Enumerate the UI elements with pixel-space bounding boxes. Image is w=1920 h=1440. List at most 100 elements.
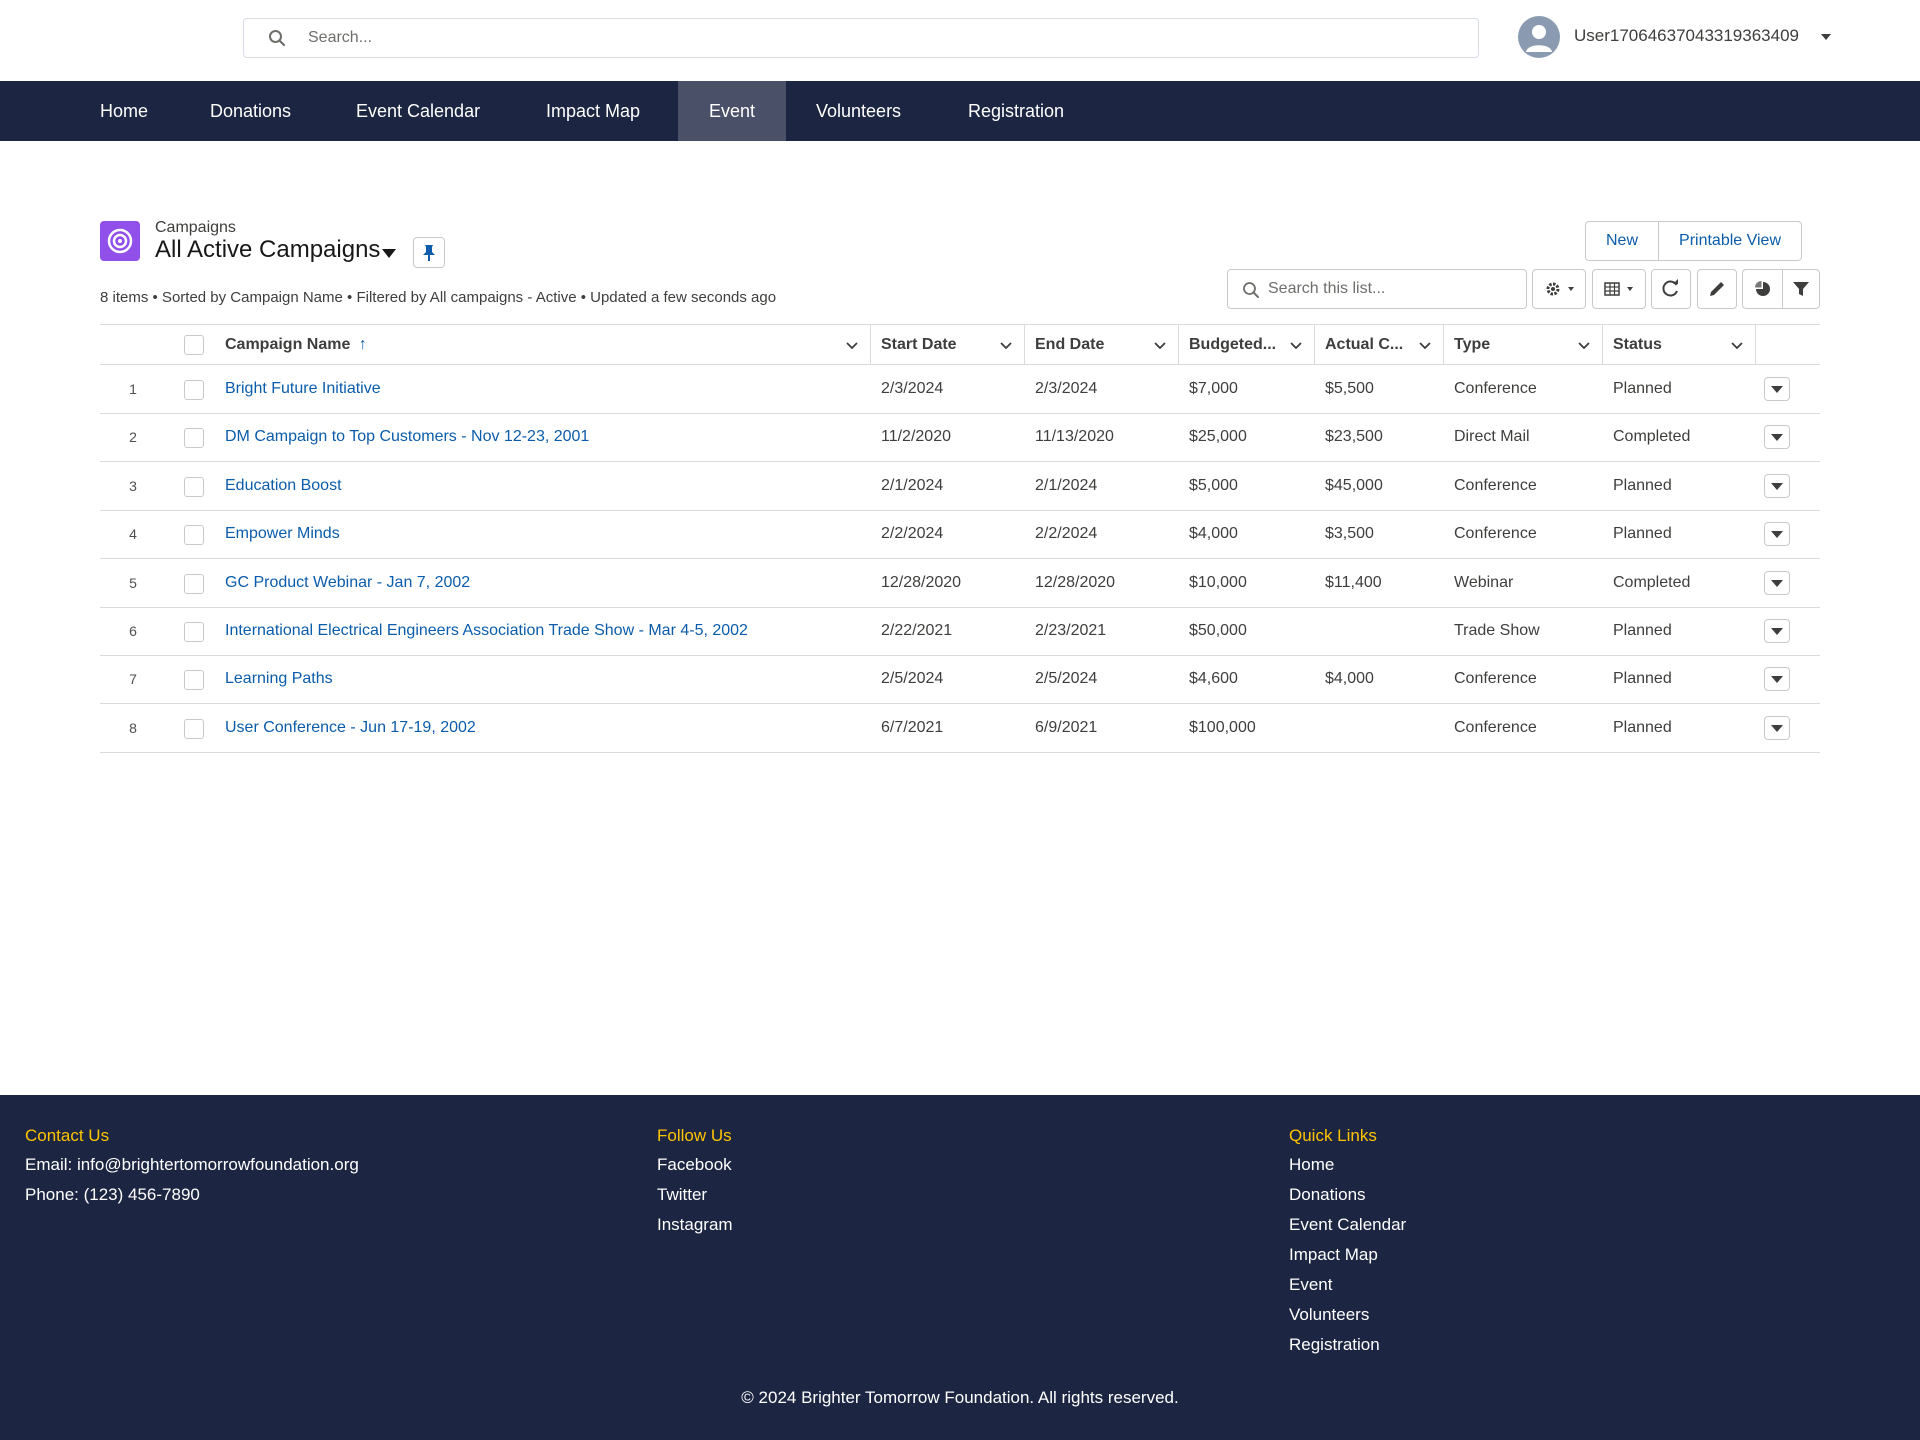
nav-item-event[interactable]: Event <box>678 81 786 141</box>
campaign-name-link[interactable]: Empower Minds <box>225 510 340 558</box>
row-actions-button[interactable] <box>1764 522 1790 547</box>
pin-button[interactable] <box>413 237 445 268</box>
new-button[interactable]: New <box>1586 222 1658 260</box>
nav-item-donations[interactable]: Donations <box>210 81 291 141</box>
budgeted-cost-cell: $50,000 <box>1189 622 1247 639</box>
actual-cost-cell: $4,000 <box>1325 670 1374 688</box>
row-checkbox[interactable] <box>184 573 204 594</box>
refresh-button[interactable] <box>1651 269 1691 309</box>
campaign-name-link[interactable]: Education Boost <box>225 462 342 510</box>
table-row: 7 Learning Paths 2/5/2024 2/5/2024 $4,600 $4,… <box>100 655 1820 705</box>
row-actions-button[interactable] <box>1764 715 1790 740</box>
row-number: 1 <box>129 381 137 397</box>
footer-link-event[interactable]: Event <box>1289 1275 1332 1295</box>
caret-down-icon[interactable] <box>380 246 398 260</box>
budgeted-cost-cell: $5,000 <box>1189 476 1238 494</box>
footer-link-event-calendar[interactable]: Event Calendar <box>1289 1215 1406 1235</box>
type-cell: Conference <box>1454 525 1537 543</box>
row-checkbox[interactable] <box>184 622 204 642</box>
column-header-end-date[interactable]: End Date <box>1035 325 1104 365</box>
end-date-cell: 2/1/2024 <box>1035 476 1098 494</box>
row-checkbox[interactable] <box>184 670 204 691</box>
footer-link-volunteers[interactable]: Volunteers <box>1289 1305 1369 1325</box>
nav-item-volunteers[interactable]: Volunteers <box>816 81 901 141</box>
row-actions-button[interactable] <box>1764 377 1790 401</box>
pie-chart-icon[interactable] <box>1743 270 1783 308</box>
footer-link-twitter[interactable]: Twitter <box>657 1185 707 1205</box>
chevron-down-icon[interactable] <box>1153 338 1167 352</box>
campaign-name-link[interactable]: Learning Paths <box>225 655 333 703</box>
caret-down-icon[interactable] <box>1818 29 1834 45</box>
footer-link-impact-map[interactable]: Impact Map <box>1289 1245 1378 1265</box>
row-actions-button[interactable] <box>1764 425 1790 450</box>
campaign-name-link[interactable]: User Conference - Jun 17-19, 2002 <box>225 704 476 752</box>
chevron-down-icon[interactable] <box>845 338 859 352</box>
target-icon <box>100 221 140 261</box>
row-checkbox[interactable] <box>184 428 204 449</box>
status-cell: Planned <box>1613 525 1672 543</box>
row-checkbox[interactable] <box>184 718 204 739</box>
search-placeholder: Search... <box>308 29 373 46</box>
footer-link-donations[interactable]: Donations <box>1289 1185 1366 1205</box>
chevron-down-icon[interactable] <box>1418 338 1432 352</box>
campaign-name-link[interactable]: International Electrical Engineers Assoc… <box>225 607 748 655</box>
footer-link-facebook[interactable]: Facebook <box>657 1155 732 1175</box>
row-checkbox[interactable] <box>184 525 204 546</box>
list-settings-button[interactable] <box>1532 269 1586 309</box>
campaign-name-link[interactable]: GC Product Webinar - Jan 7, 2002 <box>225 559 470 607</box>
filter-icon[interactable] <box>1783 270 1819 308</box>
type-cell: Conference <box>1454 476 1537 494</box>
list-view-title[interactable]: All Active Campaigns <box>155 236 380 264</box>
campaign-name-link[interactable]: DM Campaign to Top Customers - Nov 12-23… <box>225 413 589 461</box>
row-number: 7 <box>129 671 137 688</box>
end-date-cell: 2/2/2024 <box>1035 525 1098 543</box>
object-label: Campaigns <box>155 219 236 236</box>
table-view-icon <box>1604 282 1633 296</box>
footer-link-registration[interactable]: Registration <box>1289 1335 1380 1355</box>
list-search-input[interactable]: Search this list... <box>1227 269 1527 309</box>
row-actions-button[interactable] <box>1764 570 1790 595</box>
column-header-actual-cost[interactable]: Actual C... <box>1325 325 1403 365</box>
gear-icon <box>1546 282 1574 296</box>
global-search-input[interactable]: Search... <box>243 18 1479 58</box>
status-cell: Completed <box>1613 428 1691 446</box>
chevron-down-icon[interactable] <box>999 338 1013 352</box>
row-checkbox[interactable] <box>184 380 204 400</box>
footer-link-instagram[interactable]: Instagram <box>657 1215 733 1235</box>
chevron-down-icon[interactable] <box>1730 338 1744 352</box>
nav-item-home[interactable]: Home <box>100 81 148 141</box>
row-actions-button[interactable] <box>1764 619 1790 643</box>
start-date-cell: 2/1/2024 <box>881 476 944 494</box>
footer-email: Email: info@brightertomorrowfoundation.o… <box>25 1155 359 1174</box>
printable-view-button[interactable]: Printable View <box>1658 222 1801 260</box>
row-actions-button[interactable] <box>1764 473 1790 498</box>
footer-copyright: © 2024 Brighter Tomorrow Foundation. All… <box>741 1388 1179 1407</box>
nav-item-registration[interactable]: Registration <box>968 81 1064 141</box>
edit-list-button[interactable] <box>1697 269 1737 309</box>
table-header: Campaign Name ↑ Start Date End Date Budg… <box>100 324 1820 365</box>
campaign-name-link[interactable]: Bright Future Initiative <box>225 365 381 413</box>
column-header-campaign-name[interactable]: Campaign Name ↑ <box>225 325 367 365</box>
chevron-down-icon[interactable] <box>1289 338 1303 352</box>
column-header-status[interactable]: Status <box>1613 325 1662 365</box>
nav-item-event-calendar[interactable]: Event Calendar <box>356 81 480 141</box>
column-header-budgeted-cost[interactable]: Budgeted... <box>1189 325 1276 365</box>
column-header-start-date[interactable]: Start Date <box>881 325 957 365</box>
type-cell: Direct Mail <box>1454 428 1530 446</box>
table-row: 2 DM Campaign to Top Customers - Nov 12-2… <box>100 413 1820 463</box>
column-header-type[interactable]: Type <box>1454 325 1490 365</box>
budgeted-cost-cell: $10,000 <box>1189 573 1247 591</box>
nav-item-impact-map[interactable]: Impact Map <box>546 81 640 141</box>
chevron-down-icon[interactable] <box>1577 338 1591 352</box>
chart-filter-group <box>1742 269 1820 309</box>
caret-down-icon <box>1771 386 1783 393</box>
display-as-table-button[interactable] <box>1592 269 1646 309</box>
select-all-checkbox[interactable] <box>184 335 204 355</box>
footer-link-home[interactable]: Home <box>1289 1155 1334 1175</box>
refresh-icon <box>1662 279 1678 297</box>
row-actions-button[interactable] <box>1764 667 1790 692</box>
row-checkbox[interactable] <box>184 476 204 497</box>
pin-icon <box>423 245 435 261</box>
username: User17064637043319363409 <box>1574 26 1799 45</box>
actual-cost-cell: $5,500 <box>1325 380 1374 397</box>
